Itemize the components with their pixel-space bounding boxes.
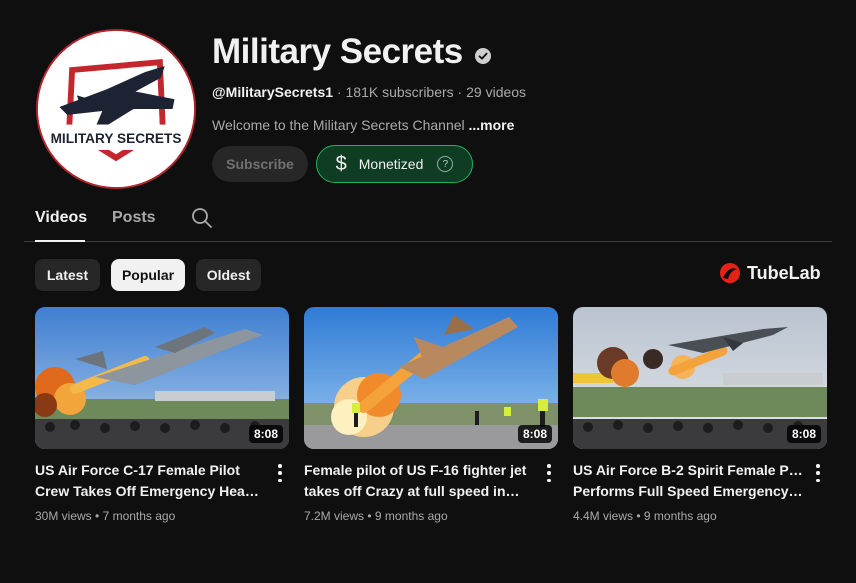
video-title-line: takes off Crazy at full speed in… — [304, 483, 520, 499]
video-stats: 7.2M views • 9 months ago — [304, 509, 448, 523]
video-title[interactable]: US Air Force C-17 Female Pilot Crew Take… — [35, 460, 267, 502]
channel-avatar[interactable]: MILITARY SECRETS — [36, 29, 196, 189]
dollar-icon: $ — [335, 153, 347, 175]
video-duration: 8:08 — [786, 425, 821, 443]
filter-latest[interactable]: Latest — [35, 259, 100, 291]
more-options-icon[interactable] — [544, 464, 554, 482]
tab-videos[interactable]: Videos — [35, 209, 87, 227]
video-thumbnail[interactable]: 8:08 — [35, 307, 289, 449]
video-stats: 4.4M views • 9 months ago — [573, 509, 717, 523]
video-thumbnail[interactable]: 8:08 — [304, 307, 558, 449]
video-title[interactable]: US Air Force B-2 Spirit Female Pilot Per… — [573, 460, 805, 502]
view-count: 7.2M views — [304, 509, 365, 523]
channel-name: Military Secrets — [212, 32, 463, 71]
more-options-icon[interactable] — [813, 464, 823, 482]
subscriber-count: 181K subscribers — [345, 84, 454, 100]
filter-popular[interactable]: Popular — [111, 259, 185, 291]
video-title-line: Female pilot of US F-16 fighter jet — [304, 462, 527, 478]
description-text: Welcome to the Military Secrets Channel — [212, 117, 465, 133]
view-count: 4.4M views — [573, 509, 634, 523]
upload-age: 9 months ago — [374, 509, 448, 523]
channel-handle: @MilitarySecrets1 — [212, 84, 334, 100]
subscribe-button[interactable]: Subscribe — [212, 146, 308, 182]
verified-check-icon — [475, 48, 491, 64]
meta-separator: · — [333, 84, 346, 100]
video-title-line: US Air Force C-17 Female Pilot — [35, 462, 240, 478]
view-count: 30M views — [35, 509, 92, 523]
channel-meta: @MilitarySecrets1 · 181K subscribers · 2… — [212, 84, 526, 100]
avatar-text: MILITARY SECRETS — [51, 131, 182, 146]
upload-age: 9 months ago — [643, 509, 717, 523]
channel-tabs: Videos Posts — [24, 200, 832, 242]
more-options-icon[interactable] — [275, 464, 285, 482]
help-icon[interactable]: ? — [437, 156, 454, 172]
video-card[interactable]: 8:08 Female pilot of US F-16 fighter jet… — [304, 307, 558, 523]
video-title-line: Performs Full Speed Emergency… — [573, 483, 803, 499]
meta-separator: · — [453, 84, 467, 100]
video-duration: 8:08 — [248, 425, 283, 443]
video-title-line: Crew Takes Off Emergency Heade… — [35, 483, 267, 499]
video-stats: 30M views • 7 months ago — [35, 509, 176, 523]
filter-oldest[interactable]: Oldest — [196, 259, 261, 291]
search-icon[interactable] — [190, 206, 214, 230]
tubelab-label: TubeLab — [747, 262, 821, 283]
video-card[interactable]: 8:08 US Air Force B-2 Spirit Female Pilo… — [573, 307, 827, 523]
video-thumbnail[interactable]: 8:08 — [573, 307, 827, 449]
monetized-button[interactable]: $ Monetized ? — [316, 145, 473, 183]
active-tab-indicator — [35, 240, 85, 242]
tubelab-brand[interactable]: TubeLab — [719, 262, 821, 284]
monetized-label: Monetized — [358, 156, 424, 172]
channel-description[interactable]: Welcome to the Military Secrets Channel … — [212, 117, 514, 133]
video-title-line: US Air Force B-2 Spirit Female Pilot — [573, 462, 805, 478]
video-count: 29 videos — [466, 84, 527, 100]
video-card[interactable]: 8:08 US Air Force C-17 Female Pilot Crew… — [35, 307, 289, 523]
tab-posts[interactable]: Posts — [112, 209, 156, 227]
video-duration: 8:08 — [517, 425, 552, 443]
more-link[interactable]: ...more — [469, 117, 515, 133]
video-title[interactable]: Female pilot of US F-16 fighter jet take… — [304, 460, 536, 502]
upload-age: 7 months ago — [102, 509, 176, 523]
channel-logo: MILITARY SECRETS — [38, 31, 194, 187]
tubelab-logo-icon — [720, 263, 740, 283]
